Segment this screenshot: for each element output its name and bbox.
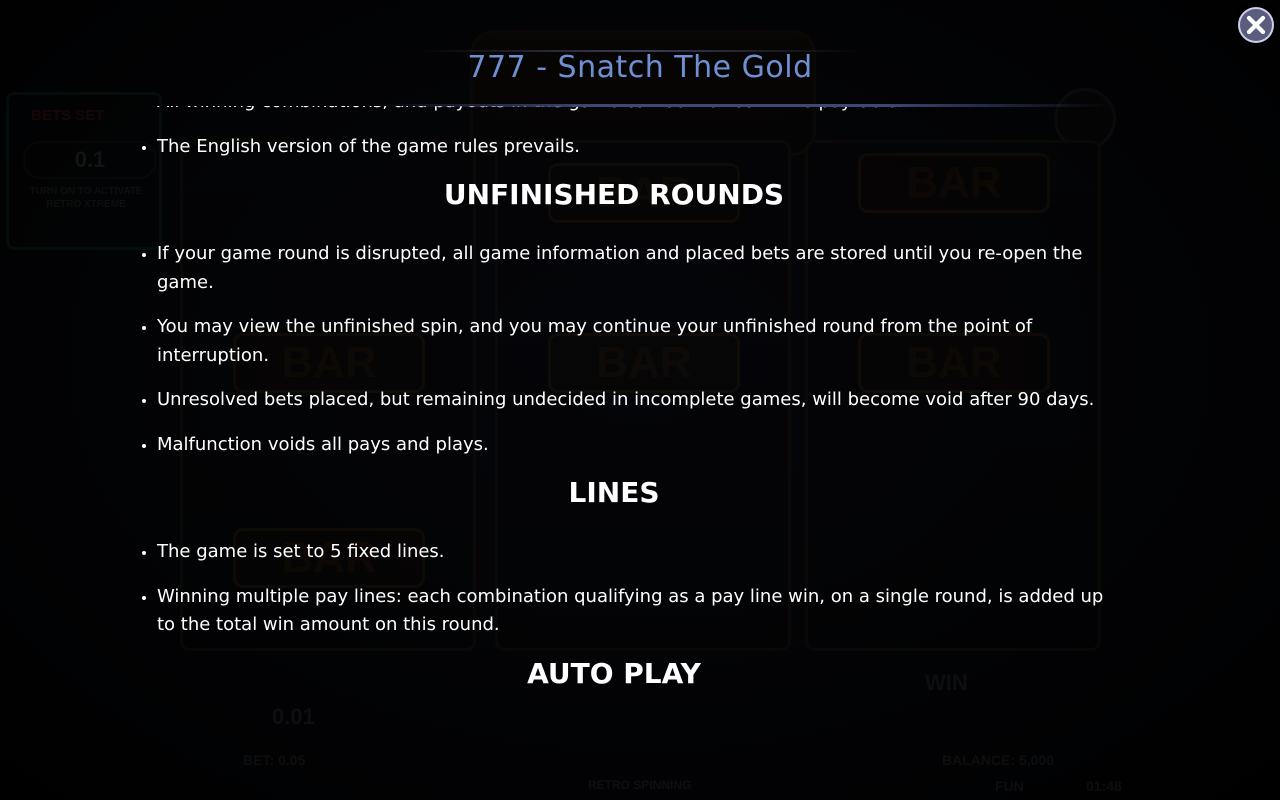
rules-scroll-area[interactable]: All winning combinations, and payouts in… bbox=[0, 106, 1280, 800]
rule-item: The English version of the game rules pr… bbox=[157, 133, 1107, 162]
section-title: AUTO PLAY bbox=[527, 656, 701, 690]
rule-item: Winning multiple pay lines: each combina… bbox=[157, 583, 1107, 640]
section-title: LINES bbox=[568, 476, 660, 509]
section-title: UNFINISHED ROUNDS bbox=[443, 178, 785, 211]
rule-item: You may view the unfinished spin, and yo… bbox=[157, 313, 1107, 370]
rules-overlay: All winning combinations, and payouts in… bbox=[0, 0, 1280, 800]
section-rules-list: If your game round is disrupted, all gam… bbox=[0, 240, 1107, 459]
header-divider bbox=[370, 104, 1110, 107]
section-rules-list: The game is set to 5 fixed lines. Winning… bbox=[0, 538, 1107, 640]
game-screen: BETS SET 0.1 TURN ON TO ACTIVATE RETRO X… bbox=[0, 0, 1280, 800]
rules-content: All winning combinations, and payouts in… bbox=[0, 106, 1280, 692]
rule-item: If your game round is disrupted, all gam… bbox=[157, 240, 1107, 297]
close-button[interactable] bbox=[1238, 7, 1274, 43]
page-title: 777 - Snatch The Gold bbox=[467, 50, 813, 85]
close-icon bbox=[1240, 9, 1272, 41]
rule-item: Malfunction voids all pays and plays. bbox=[157, 431, 1107, 460]
rules-sections: UNFINISHED ROUNDS If your game round is d… bbox=[0, 177, 1280, 692]
rules-header: 777 - Snatch The Gold bbox=[0, 38, 1280, 107]
rule-item: All winning combinations, and payouts in… bbox=[157, 106, 1107, 117]
intro-rules-list: All winning combinations, and payouts in… bbox=[0, 106, 1107, 161]
rule-item: The game is set to 5 fixed lines. bbox=[157, 538, 1107, 567]
rule-item: Unresolved bets placed, but remaining un… bbox=[157, 386, 1107, 415]
